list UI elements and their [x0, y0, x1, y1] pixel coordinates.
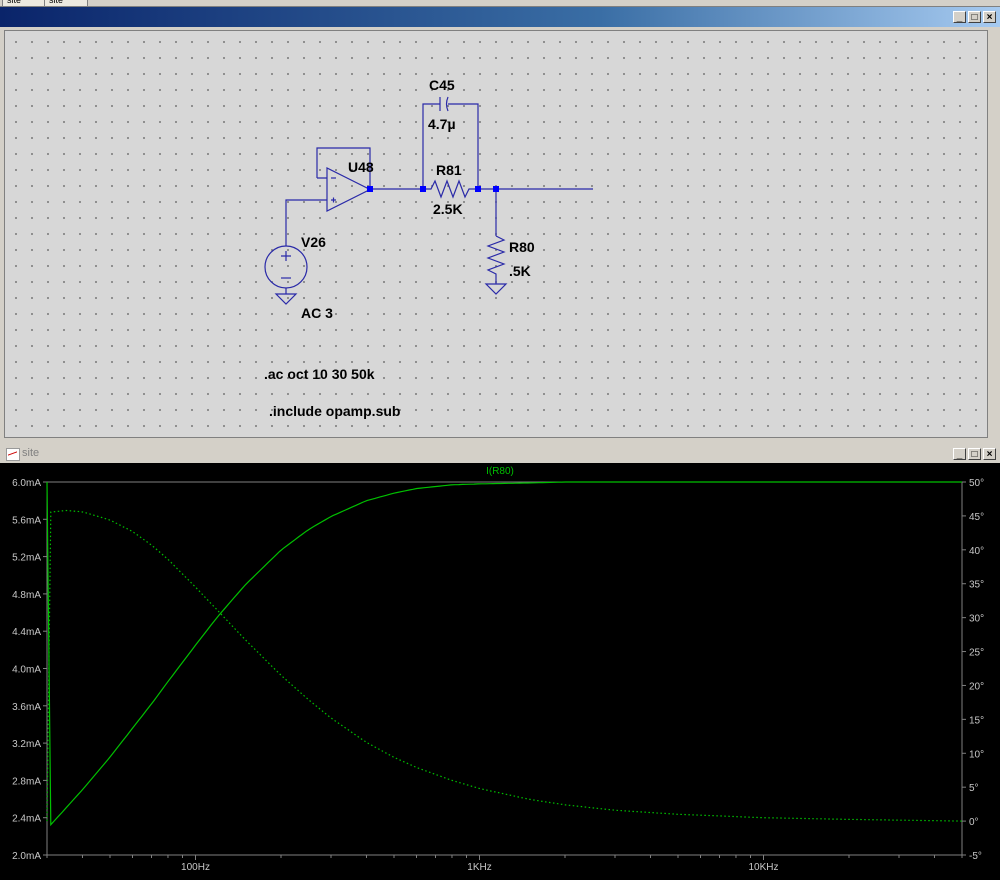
plot-minimize-button[interactable]: _: [953, 448, 966, 460]
plot-maximize-button[interactable]: □: [968, 448, 981, 460]
v26-ground-symbol: [274, 293, 298, 305]
close-button[interactable]: ×: [983, 11, 996, 23]
y-right-tick-label: 50°: [969, 478, 984, 489]
include-directive[interactable]: .include opamp.sub: [269, 403, 400, 419]
y-right-tick-label: 40°: [969, 546, 984, 557]
opamp-name-label: U48: [348, 159, 374, 175]
r81-symbol: [423, 179, 478, 199]
r80-name-label: R80: [509, 239, 535, 255]
plot-area[interactable]: I(R80) 6.0mA 5.6mA 5.2mA 4.8mA 4.4mA 4.0mA 3.6…: [0, 463, 1000, 880]
y-left-tick-label: 4.8mA: [12, 590, 41, 601]
node-r80-top: [493, 186, 499, 192]
capacitor-plate-2: [445, 96, 449, 112]
plot-title-bar[interactable]: site _ □ ×: [0, 445, 1000, 463]
node-r81-left: [420, 186, 426, 192]
y-right-tick-label: 20°: [969, 681, 984, 692]
capacitor-name-label: C45: [429, 77, 455, 93]
plot-window-controls: _ □ ×: [953, 448, 996, 460]
r80-ground-symbol: [484, 283, 508, 295]
maximize-button[interactable]: □: [968, 11, 981, 23]
y-right-tick-label: 15°: [969, 715, 984, 726]
schematic-window-controls: _ □ ×: [953, 11, 996, 23]
y-left-tick-label: 4.4mA: [12, 627, 41, 638]
y-left-tick-label: 5.6mA: [12, 515, 41, 526]
ac-directive[interactable]: .ac oct 10 30 50k: [264, 366, 375, 382]
y-right-tick-label: 25°: [969, 648, 984, 659]
r81-value-label: 2.5K: [433, 201, 463, 217]
v26-value-label: AC 3: [301, 305, 333, 321]
y-left-tick-label: 2.0mA: [12, 851, 41, 862]
plot-close-button[interactable]: ×: [983, 448, 996, 460]
r81-name-label: R81: [436, 162, 462, 178]
x-tick-label: 100Hz: [181, 862, 210, 873]
waveform-icon: [6, 448, 20, 461]
y-right-tick-label: 45°: [969, 512, 984, 523]
trace-label-i-r80[interactable]: I(R80): [486, 466, 514, 477]
schematic-title-bar[interactable]: _ □ ×: [0, 7, 1000, 27]
y-left-tick-label: 6.0mA: [12, 478, 41, 489]
capacitor-value-label: 4.7µ: [428, 116, 456, 132]
y-left-tick-label: 4.0mA: [12, 665, 41, 676]
plot-window: site _ □ × I(R80) 6.0mA 5.6mA 5.2mA 4.8mA 4.…: [0, 445, 1000, 880]
minimize-button[interactable]: _: [953, 11, 966, 23]
x-tick-label: 10KHz: [748, 862, 778, 873]
y-left-tick-label: 2.4mA: [12, 814, 41, 825]
y-right-tick-label: 0°: [969, 817, 979, 828]
y-right-tick-label: 5°: [969, 783, 979, 794]
schematic-drawing: [264, 96, 593, 305]
v26-name-label: V26: [301, 234, 326, 250]
schematic-canvas[interactable]: U48 C45 4.7µ R81 2.5K R80 .5K V26 AC 3 .…: [4, 30, 988, 438]
y-left-tick-label: 3.2mA: [12, 739, 41, 750]
y-right-tick-label: 30°: [969, 614, 984, 625]
r80-value-label: .5K: [509, 263, 531, 279]
y-right-tick-label: 10°: [969, 749, 984, 760]
tab-site-2[interactable]: site: [44, 0, 88, 6]
node-r81-right: [475, 186, 481, 192]
schematic-window: _ □ × U48 C45 4.7µ R81 2.5K R80 .5K V26 …: [0, 7, 1000, 442]
r80-symbol: [486, 235, 506, 284]
plot-frame: [46, 481, 963, 856]
y-right-tick-label: 35°: [969, 580, 984, 591]
y-left-tick-label: 5.2mA: [12, 553, 41, 564]
y-left-tick-label: 3.6mA: [12, 702, 41, 713]
node-opamp-out: [367, 186, 373, 192]
y-right-tick-label: -5°: [969, 851, 982, 862]
phase-trace: [46, 509, 963, 822]
plot-window-title: site: [22, 447, 40, 459]
document-tab-strip: site site: [0, 0, 1000, 7]
y-left-tick-label: 2.8mA: [12, 776, 41, 787]
magnitude-trace: [46, 481, 962, 827]
x-tick-label: 1KHz: [467, 862, 491, 873]
waveform-plot: I(R80) 6.0mA 5.6mA 5.2mA 4.8mA 4.4mA 4.0mA 3.6…: [12, 466, 984, 873]
